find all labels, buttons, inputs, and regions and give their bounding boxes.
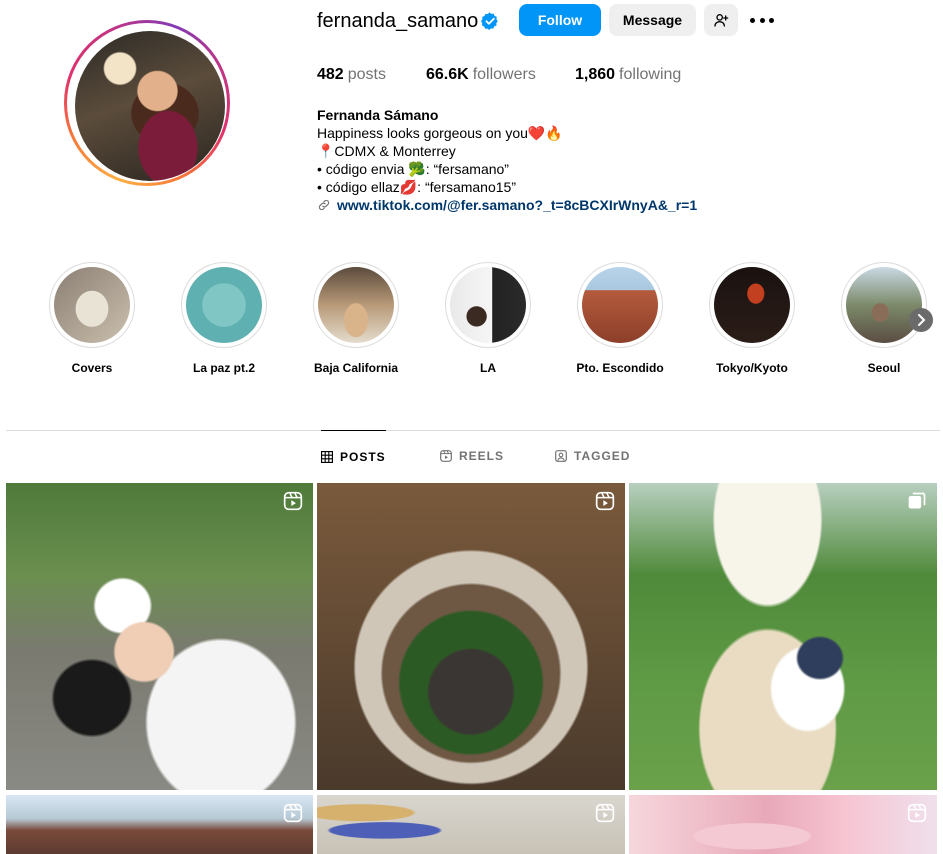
post-thumbnail[interactable] [629, 795, 937, 854]
grid-icon [321, 450, 333, 463]
highlight-ring [577, 262, 663, 348]
bio-line: Happiness looks gorgeous on you❤️🔥 [317, 125, 563, 141]
message-button[interactable]: Message [609, 4, 696, 36]
highlight-label: Pto. Escondido [576, 361, 664, 375]
bio-line: • código envia 🥦: “fersamano” [317, 161, 509, 177]
tab-tagged-label: TAGGED [574, 449, 631, 463]
avatar-frame [67, 23, 227, 183]
profile-username: fernanda_samano [317, 10, 479, 32]
tab-posts-label: POSTS [340, 449, 386, 464]
suggest-accounts-button[interactable] [704, 4, 738, 36]
tab-tagged[interactable]: TAGGED [555, 430, 630, 482]
highlight-label: Tokyo/Kyoto [716, 361, 788, 375]
tab-reels-label: REELS [459, 449, 505, 463]
highlight-item[interactable]: Tokyo/Kyoto [697, 262, 807, 375]
highlight-cover [186, 267, 262, 343]
tab-posts[interactable]: POSTS [321, 430, 386, 482]
story-ring[interactable] [64, 20, 230, 186]
post-thumbnail[interactable] [317, 795, 625, 854]
highlight-cover [714, 267, 790, 343]
followers-link[interactable]: 66.6K followers [426, 66, 536, 84]
highlight-item[interactable]: La paz pt.2 [169, 262, 279, 375]
highlight-cover [846, 267, 922, 343]
highlight-item[interactable]: Covers [37, 262, 147, 375]
tab-reels[interactable]: REELS [440, 430, 504, 482]
highlight-label: La paz pt.2 [192, 361, 255, 375]
reel-icon [595, 491, 615, 511]
post-thumbnail[interactable] [317, 483, 625, 790]
link-icon [318, 199, 330, 211]
bio-line: 📍CDMX & Monterrey [317, 143, 456, 159]
more-options-icon[interactable] [750, 10, 774, 30]
post-thumbnail[interactable] [629, 483, 937, 790]
highlight-label: Baja California [313, 361, 399, 375]
highlight-item[interactable]: Baja California [301, 262, 411, 375]
highlight-ring [445, 262, 531, 348]
reel-icon [283, 491, 303, 511]
bio-line: • código ellaz💋: “fersamano15” [317, 179, 516, 195]
story-highlights: Covers La paz pt.2 Baja California LA Pt… [0, 262, 943, 382]
highlights-next-button[interactable] [909, 308, 933, 332]
reel-icon [283, 803, 303, 823]
highlight-ring [709, 262, 795, 348]
reel-icon [595, 803, 615, 823]
profile-tabs: POSTS REELS TAGGED [0, 430, 943, 482]
external-link[interactable]: www.tiktok.com/@fer.samano?_t=8cBCXIrWny… [317, 196, 697, 214]
add-person-icon [714, 14, 729, 27]
reel-icon [907, 803, 927, 823]
verified-badge-icon [481, 12, 498, 30]
highlight-cover [582, 267, 658, 343]
reels-icon [440, 450, 452, 462]
highlight-cover [318, 267, 394, 343]
posts-count: 482 posts [317, 66, 386, 83]
following-link[interactable]: 1,860 following [575, 66, 681, 84]
highlight-label: Covers [71, 361, 113, 375]
chevron-right-icon [918, 314, 926, 326]
highlight-label: LA [480, 361, 496, 375]
carousel-icon [908, 492, 926, 509]
post-thumbnail[interactable] [6, 483, 313, 790]
highlight-ring [49, 262, 135, 348]
avatar[interactable] [75, 31, 225, 181]
highlight-ring [313, 262, 399, 348]
follow-button[interactable]: Follow [519, 4, 601, 36]
highlight-ring [181, 262, 267, 348]
highlight-ring [841, 262, 927, 348]
highlight-item[interactable]: LA [433, 262, 543, 375]
highlight-label: Seoul [867, 361, 901, 375]
highlight-item[interactable]: Pto. Escondido [565, 262, 675, 375]
profile-bio: Fernanda Sámano Happiness looks gorgeous… [317, 106, 697, 214]
full-name: Fernanda Sámano [317, 107, 439, 123]
external-link-text[interactable]: www.tiktok.com/@fer.samano?_t=8cBCXIrWny… [337, 196, 697, 214]
highlight-cover [54, 267, 130, 343]
post-thumbnail[interactable] [6, 795, 313, 854]
tagged-icon [555, 450, 567, 462]
highlight-cover [450, 267, 526, 343]
